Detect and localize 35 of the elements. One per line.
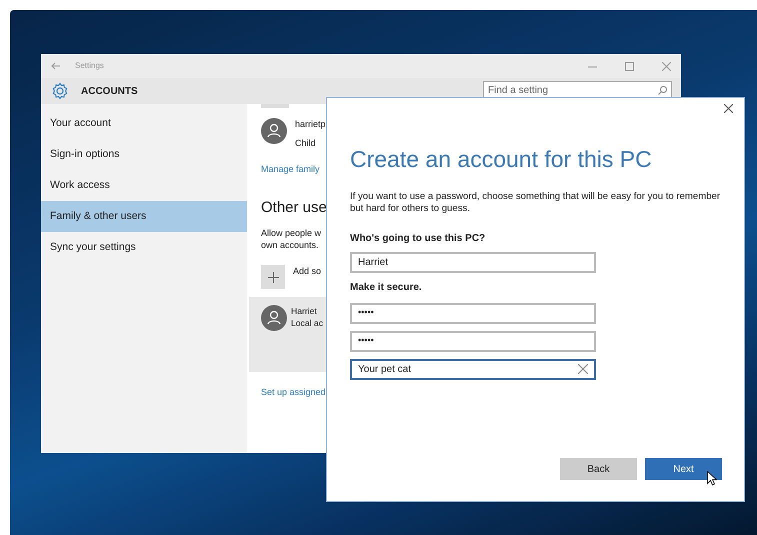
search-icon [658, 86, 667, 94]
password-field[interactable]: ••••• [350, 302, 596, 324]
back-button[interactable]: Back [560, 458, 637, 480]
intro-text: If you want to use a password, choose something that will be easy for you to remember but hard for others to guess. [350, 190, 721, 214]
page-heading: ACCOUNTS [81, 84, 138, 98]
plus-icon [268, 272, 278, 282]
sidebar-item[interactable]: Sign-in options [41, 139, 247, 170]
section-title: Other use [261, 198, 327, 218]
sidebar-item[interactable]: Sync your settings [41, 232, 247, 263]
next-button[interactable]: Next [645, 458, 722, 480]
add-user-label: Add so [293, 265, 322, 278]
password-field[interactable]: ••••• [350, 330, 596, 352]
window-title: Settings [75, 60, 105, 72]
field-label: Make it secure. [350, 280, 423, 294]
user-name: Harriet [291, 305, 318, 317]
dialog-title: Create an account for this PC [350, 145, 653, 174]
pointer-icon [707, 471, 717, 486]
close-icon[interactable] [724, 104, 733, 113]
hint-field[interactable]: Your pet cat [350, 358, 596, 380]
sidebar-item[interactable]: Your account [41, 108, 247, 139]
user-name: harrietp [295, 118, 326, 131]
maximize-icon[interactable] [625, 62, 634, 70]
add-button[interactable] [261, 265, 285, 289]
sidebar-item[interactable]: Work access [41, 170, 247, 201]
avatar-icon [261, 118, 287, 144]
avatar-icon [261, 305, 287, 331]
sidebar-item[interactable]: Family & other users [41, 201, 247, 232]
clear-icon[interactable] [578, 364, 588, 374]
description-text: Allow people w own accounts. [261, 227, 322, 251]
account-type: Local ac [291, 317, 324, 329]
field-label: Who's going to use this PC? [350, 232, 486, 246]
back-arrow-icon[interactable] [51, 62, 61, 70]
name-field[interactable]: Harriet [350, 252, 596, 272]
user-role: Child [295, 136, 317, 150]
gear-icon [51, 82, 69, 100]
